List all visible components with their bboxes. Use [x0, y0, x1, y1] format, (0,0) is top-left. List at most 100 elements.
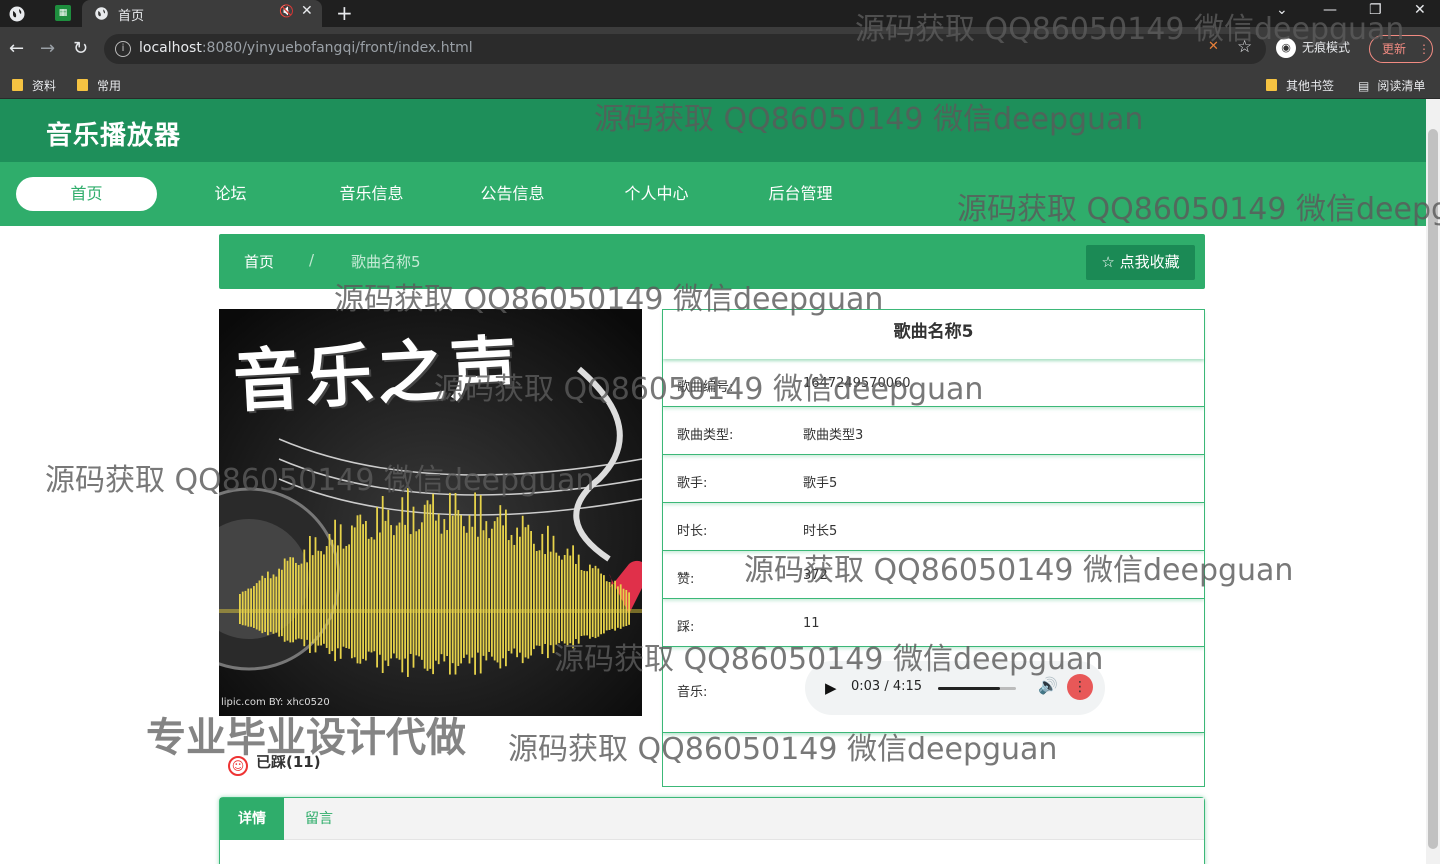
waveform-bar	[524, 527, 527, 658]
progress-slider[interactable]	[938, 687, 1016, 690]
waveform-bar	[496, 517, 499, 663]
waveform-bar	[421, 522, 423, 660]
waveform-bar	[608, 582, 611, 630]
site-info-icon[interactable]: i	[115, 41, 131, 57]
breadcrumb-home[interactable]: 首页	[244, 251, 274, 272]
mute-icon[interactable]: 🔇	[279, 4, 294, 18]
extension-icon[interactable]: ✕	[1208, 39, 1219, 54]
kebab-menu-icon[interactable]: ⋮	[1418, 36, 1430, 62]
sheets-icon[interactable]: ▦	[55, 5, 71, 21]
waveform-bar	[502, 525, 504, 659]
tab-title: 首页	[118, 9, 145, 24]
chevron-down-icon[interactable]: ⌄	[1276, 2, 1288, 18]
scrollbar-thumb[interactable]	[1428, 129, 1438, 849]
waveform-bar	[460, 515, 462, 664]
waveform-bar	[289, 557, 292, 643]
globe-icon	[95, 7, 108, 20]
waveform-bar	[370, 537, 373, 653]
waveform-bar	[558, 555, 560, 644]
url-input[interactable]: i localhost:8080/yinyuebofangqi/front/in…	[104, 34, 1266, 64]
bookmark-folder-ziliao[interactable]: 资料	[12, 77, 56, 94]
waveform-bar	[563, 554, 566, 644]
waveform-bar	[275, 576, 278, 633]
tab-messages[interactable]: 留言	[284, 798, 354, 840]
bookmark-folder-changyong[interactable]: 常用	[77, 77, 121, 94]
waveform-bar	[485, 521, 488, 661]
waveform-bar	[507, 540, 510, 651]
waveform-bar	[432, 493, 434, 675]
play-icon[interactable]: ▶	[825, 679, 837, 697]
waveform-bar	[376, 507, 378, 668]
restore-icon[interactable]: ❐	[1369, 2, 1382, 18]
waveform-bar	[519, 536, 521, 653]
waveform-bar	[398, 522, 401, 660]
nav-forum[interactable]: 论坛	[160, 177, 301, 211]
back-icon[interactable]: ←	[9, 38, 24, 59]
waveform-bar	[577, 554, 580, 644]
waveform-bar	[591, 568, 594, 637]
waveform-bar	[443, 519, 446, 662]
waveform-bar	[437, 513, 440, 665]
waveform-bar	[247, 588, 250, 627]
close-tab-icon[interactable]: ✕	[301, 3, 313, 19]
progress-fill	[938, 687, 1001, 690]
tab-details[interactable]: 详情	[220, 798, 284, 840]
browser-tab-active[interactable]: 首页 🔇 ✕	[82, 0, 322, 27]
waveform-bar	[297, 565, 300, 639]
nav-music-info[interactable]: 音乐信息	[301, 177, 442, 211]
waveform-bar	[449, 492, 451, 675]
nav-home[interactable]: 首页	[16, 177, 157, 211]
waveform-bar	[362, 524, 364, 659]
favorite-button[interactable]: ☆ 点我收藏	[1086, 245, 1195, 280]
waveform-bar	[409, 534, 412, 654]
waveform-bar	[241, 591, 244, 626]
nav-admin[interactable]: 后台管理	[730, 177, 871, 211]
waveform-bar	[617, 586, 619, 628]
waveform-bar	[404, 524, 406, 659]
waveform-bar	[359, 514, 362, 664]
audio-player[interactable]: ▶ 0:03 / 4:15 🔊 ⋮	[805, 661, 1105, 715]
waveform-bar	[328, 533, 331, 655]
folder-icon	[1266, 79, 1277, 91]
bookmark-folder-other[interactable]: 其他书签	[1266, 77, 1334, 94]
minimize-icon[interactable]: —	[1323, 2, 1337, 18]
waveform-bar	[303, 549, 306, 647]
info-row-singer: 歌手: 歌手5	[663, 455, 1204, 503]
bookmark-star-icon[interactable]: ☆	[1237, 37, 1252, 57]
forward-icon[interactable]: →	[40, 38, 55, 59]
waveform-bar	[471, 526, 474, 658]
waveform-bar	[300, 563, 303, 640]
waveform-bar	[395, 525, 398, 659]
update-button[interactable]: 更新 ⋮	[1369, 35, 1433, 63]
reload-icon[interactable]: ↻	[73, 38, 88, 59]
waveform-bar	[628, 592, 630, 625]
globe-icon[interactable]	[8, 5, 26, 23]
incognito-icon: ◉	[1276, 38, 1296, 58]
waveform-bar	[253, 586, 255, 628]
waveform-bar	[493, 521, 496, 661]
album-cover: 音乐之声 lipic.com BY: xhc0520	[219, 309, 642, 716]
page-scrollbar[interactable]	[1426, 99, 1440, 864]
waveform-bar	[418, 529, 420, 657]
waveform-bar	[465, 532, 468, 655]
folder-icon	[77, 79, 88, 91]
waveform-bar	[527, 524, 530, 659]
window-close-icon[interactable]: ✕	[1414, 2, 1426, 18]
volume-icon[interactable]: 🔊	[1038, 676, 1058, 695]
nav-announcements[interactable]: 公告信息	[442, 177, 583, 211]
waveform-bar	[337, 545, 339, 649]
waveform-bar	[555, 552, 558, 645]
waveform-bar	[622, 588, 625, 627]
waveform-bar	[384, 520, 387, 661]
nav-profile[interactable]: 个人中心	[586, 177, 727, 211]
waveform-bar	[575, 563, 577, 640]
info-row-likes: 赞: 372	[663, 551, 1204, 599]
new-tab-icon[interactable]: +	[336, 1, 353, 25]
incognito-indicator[interactable]: ◉ 无痕模式	[1276, 38, 1350, 58]
waveform-bar	[544, 554, 546, 644]
waveform-bar	[583, 570, 586, 636]
waveform-bar	[345, 545, 348, 649]
reading-list[interactable]: ▤ 阅读清单	[1358, 77, 1425, 94]
waveform-bar	[594, 565, 597, 639]
more-options-icon[interactable]: ⋮	[1067, 674, 1093, 700]
